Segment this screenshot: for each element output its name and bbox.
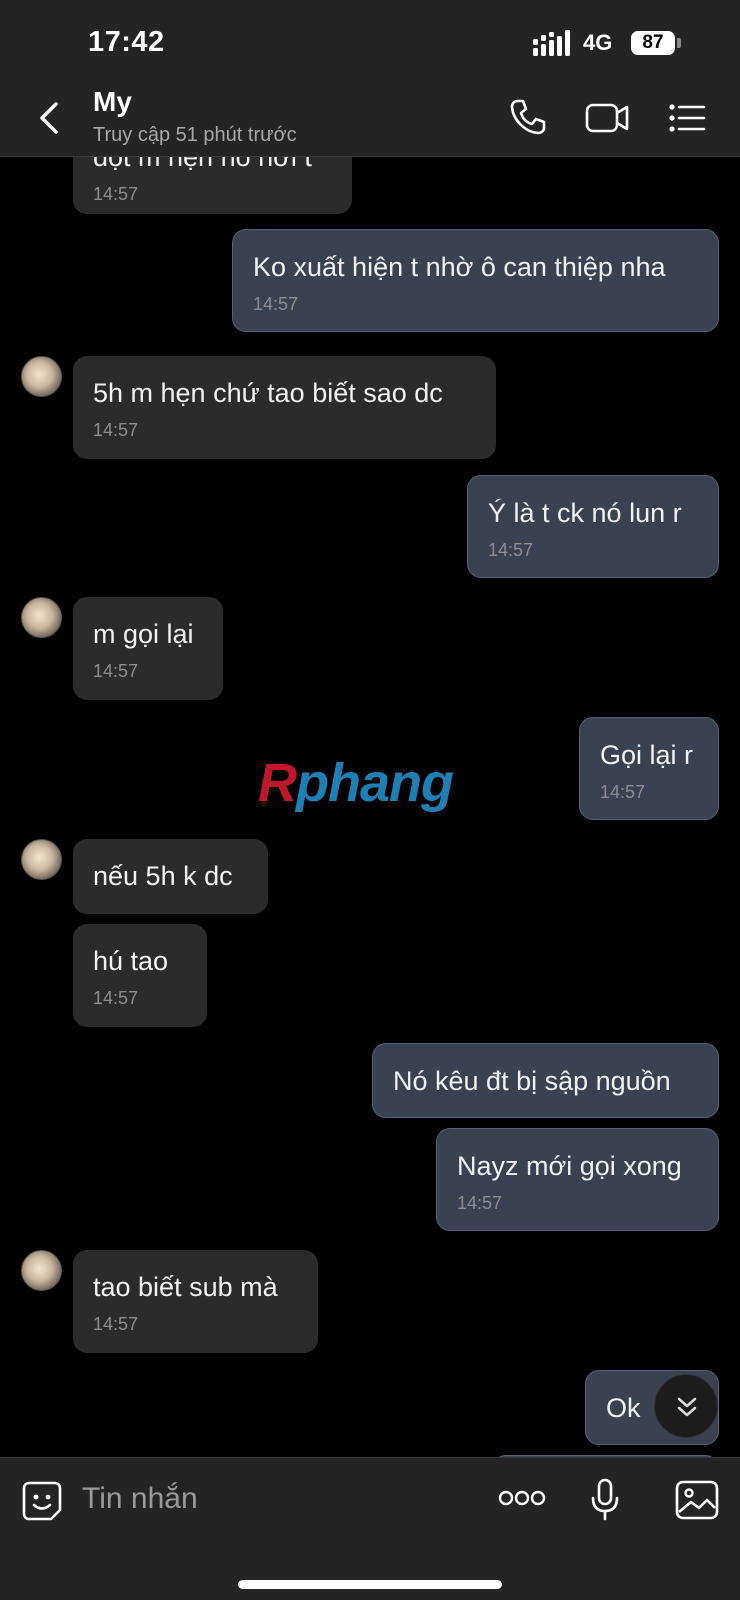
message-text: Ý là t ck nó lun r xyxy=(488,498,682,528)
message-outgoing[interactable]: Ko xuất hiện t nhờ ô can thiệp nha 14:57 xyxy=(232,229,719,332)
message-outgoing[interactable]: Gọi lại r 14:57 xyxy=(579,717,719,820)
message-time: 14:57 xyxy=(600,782,646,802)
phone-icon[interactable] xyxy=(508,97,548,137)
more-dots-icon[interactable] xyxy=(498,1488,546,1508)
message-time: 14:57 xyxy=(93,661,139,681)
double-chevron-down-icon xyxy=(677,1397,697,1417)
message-time: 14:57 xyxy=(93,184,139,204)
image-gallery-icon[interactable] xyxy=(675,1480,719,1520)
contact-name[interactable]: My xyxy=(93,86,132,118)
message-time: 14:57 xyxy=(253,294,299,314)
message-text: 5h m hẹn chứ tao biết sao dc xyxy=(93,378,443,408)
message-text: Gọi lại r xyxy=(600,740,694,770)
battery-tip xyxy=(677,38,681,48)
message-input[interactable]: Tin nhắn xyxy=(82,1482,198,1516)
message-text: tao biết sub mà xyxy=(93,1272,278,1302)
chevron-left-icon[interactable] xyxy=(34,98,68,138)
message-text: đột m hẹn nó hơi t xyxy=(93,157,312,172)
message-time: 14:57 xyxy=(488,540,534,560)
message-outgoing[interactable]: Ý là t ck nó lun r 14:57 xyxy=(467,475,719,578)
message-time: 14:57 xyxy=(93,1314,139,1334)
message-incoming[interactable]: nếu 5h k dc xyxy=(73,839,268,914)
watermark-rest: phang xyxy=(296,753,454,813)
message-text: m gọi lại xyxy=(93,619,194,649)
avatar[interactable] xyxy=(21,839,62,880)
message-time: 14:57 xyxy=(93,988,139,1008)
scroll-to-bottom-button[interactable] xyxy=(654,1374,718,1438)
list-menu-icon[interactable] xyxy=(668,97,706,137)
message-time: 14:57 xyxy=(457,1193,503,1213)
message-text: Nayz mới gọi xong xyxy=(457,1151,682,1181)
message-text: Ko xuất hiện t nhờ ô can thiệp nha xyxy=(253,252,666,282)
message-time: 14:57 xyxy=(93,420,139,440)
status-time: 17:42 xyxy=(88,26,165,58)
watermark-first-letter: R xyxy=(258,753,297,813)
message-incoming[interactable]: hú tao 14:57 xyxy=(73,924,207,1027)
message-outgoing[interactable]: Nayz mới gọi xong 14:57 xyxy=(436,1128,719,1231)
microphone-icon[interactable] xyxy=(590,1478,620,1522)
network-type: 4G xyxy=(583,30,613,55)
avatar[interactable] xyxy=(21,597,62,638)
top-bar: 17:42 4G 87 My Truy cập 51 phút trước xyxy=(0,0,740,157)
home-indicator xyxy=(238,1580,502,1589)
message-text: nếu 5h k dc xyxy=(93,861,233,891)
message-incoming[interactable]: m gọi lại 14:57 xyxy=(73,597,223,700)
message-composer: Tin nhắn xyxy=(0,1457,740,1600)
watermark-logo: Rphang xyxy=(258,752,454,814)
message-incoming[interactable]: tao biết sub mà 14:57 xyxy=(73,1250,318,1353)
message-incoming[interactable]: 5h m hẹn chứ tao biết sao dc 14:57 xyxy=(73,356,496,459)
signal-strength-icon xyxy=(533,30,570,56)
battery-icon: 87 xyxy=(631,31,675,55)
message-incoming[interactable]: đột m hẹn nó hơi t 14:57 xyxy=(73,157,352,214)
message-outgoing[interactable]: Nó kêu đt bị sập nguồn xyxy=(372,1043,719,1118)
smiley-sticker-icon[interactable] xyxy=(21,1480,63,1522)
last-seen-status: Truy cập 51 phút trước xyxy=(93,124,297,146)
message-text: Nó kêu đt bị sập nguồn xyxy=(393,1066,671,1096)
avatar[interactable] xyxy=(21,1250,62,1291)
avatar[interactable] xyxy=(21,356,62,397)
message-text: hú tao xyxy=(93,946,169,976)
video-camera-icon[interactable] xyxy=(585,97,629,137)
